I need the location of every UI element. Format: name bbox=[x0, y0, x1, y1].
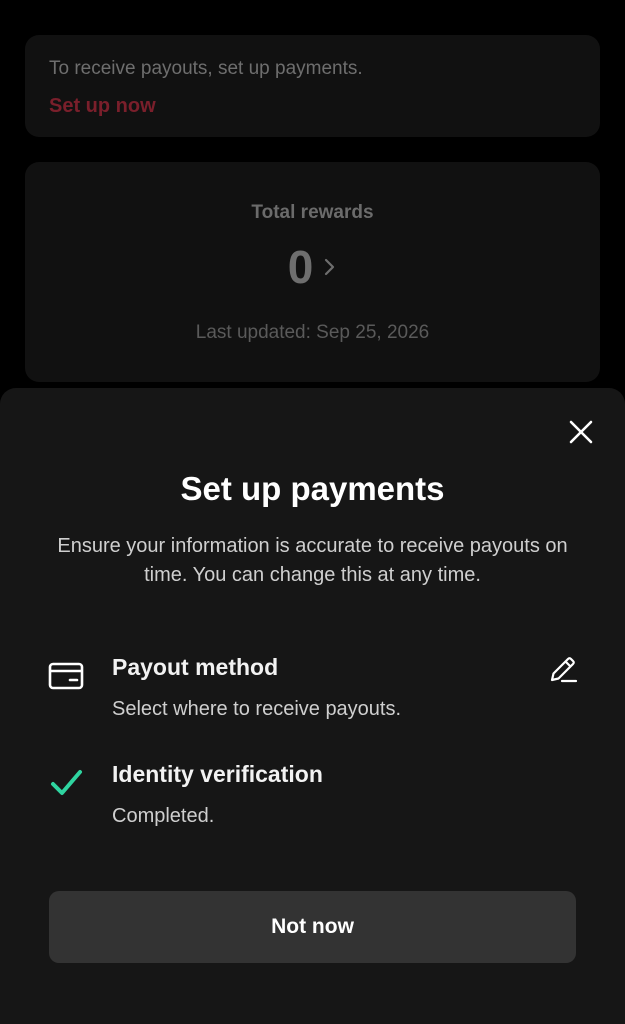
rewards-value-link[interactable]: 0 bbox=[25, 244, 600, 290]
payout-method-title: Payout method bbox=[112, 654, 279, 680]
setup-message: To receive payouts, set up payments. bbox=[49, 58, 363, 79]
identity-verification-title: Identity verification bbox=[112, 761, 323, 787]
edit-pencil-icon bbox=[550, 657, 578, 683]
rewards-value: 0 bbox=[287, 241, 314, 293]
payments-screen: To receive payouts, set up payments. Set… bbox=[0, 0, 625, 1024]
close-icon bbox=[569, 420, 593, 444]
identity-verification-status: Completed. bbox=[112, 805, 215, 827]
edit-payout-method-button[interactable] bbox=[548, 654, 578, 684]
setup-payments-card: To receive payouts, set up payments. Set… bbox=[25, 35, 600, 137]
rewards-title: Total rewards bbox=[251, 202, 374, 223]
close-button[interactable] bbox=[567, 418, 595, 446]
set-up-now-link[interactable]: Set up now bbox=[49, 95, 156, 118]
payout-method-subtitle: Select where to receive payouts. bbox=[112, 698, 402, 720]
sheet-description: Ensure your information is accurate to r… bbox=[57, 535, 568, 586]
wallet-icon bbox=[48, 658, 84, 694]
not-now-button[interactable]: Not now bbox=[49, 891, 576, 963]
checkmark-icon bbox=[48, 765, 84, 801]
rewards-last-updated: Last updated: Sep 25, 2026 bbox=[195, 322, 430, 343]
total-rewards-card: Total rewards 0 Last updated: Sep 25, 20… bbox=[25, 162, 600, 382]
setup-payments-sheet: Set up payments Ensure your information … bbox=[0, 388, 625, 1024]
chevron-right-icon bbox=[325, 258, 335, 276]
sheet-title: Set up payments bbox=[180, 470, 445, 507]
